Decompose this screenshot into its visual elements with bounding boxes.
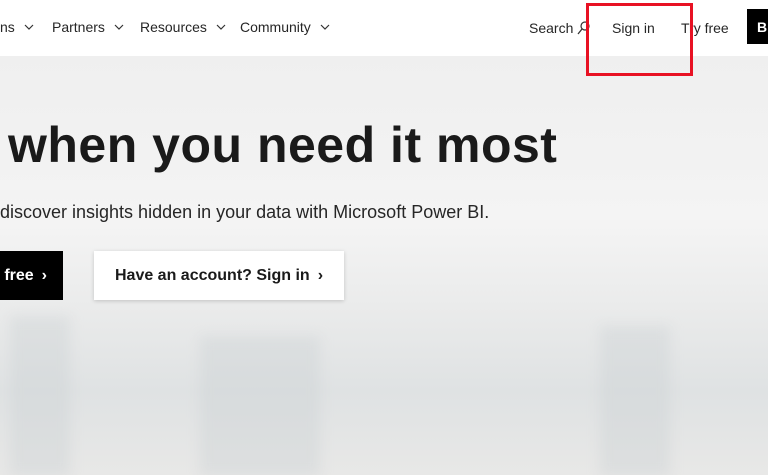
chevron-right-icon: › xyxy=(41,266,47,284)
hero-title: when you need it most xyxy=(8,117,558,173)
search-icon xyxy=(577,21,590,35)
sign-in-button[interactable]: Have an account? Sign in › xyxy=(94,251,344,300)
chevron-down-icon xyxy=(24,24,34,30)
nav-item-label: Community xyxy=(240,19,311,35)
nav-item-solutions[interactable]: ns xyxy=(0,19,35,35)
buy-now-button[interactable]: B xyxy=(747,9,768,44)
try-free-button-label: free xyxy=(4,266,34,284)
nav-item-label: Partners xyxy=(52,19,105,35)
chevron-down-icon xyxy=(320,24,330,30)
nav-item-partners[interactable]: Partners xyxy=(52,19,125,35)
sign-in-link[interactable]: Sign in xyxy=(612,20,655,36)
try-free-button[interactable]: free › xyxy=(0,251,63,300)
search-button[interactable]: Search xyxy=(529,20,590,36)
search-label: Search xyxy=(529,20,574,36)
sign-in-label: Sign in xyxy=(612,20,655,36)
nav-item-label: ns xyxy=(0,19,15,35)
chevron-right-icon: › xyxy=(317,266,324,284)
hero-subtitle: discover insights hidden in your data wi… xyxy=(0,202,490,222)
background-blur xyxy=(200,336,320,475)
chevron-down-icon xyxy=(114,24,124,30)
nav-item-resources[interactable]: Resources xyxy=(140,19,227,35)
hero-section: when you need it most discover insights … xyxy=(0,56,768,475)
background-blur xyxy=(600,326,670,475)
chevron-down-icon xyxy=(216,24,226,30)
nav-item-community[interactable]: Community xyxy=(240,19,331,35)
try-free-label: Try free xyxy=(681,20,729,36)
try-free-link[interactable]: Try free xyxy=(681,20,729,36)
background-blur xyxy=(10,316,70,475)
top-navigation: ns Partners Resources Community Search S… xyxy=(0,0,768,56)
sign-in-button-label: Have an account? Sign in xyxy=(114,266,310,284)
buy-label: B xyxy=(757,18,768,35)
nav-item-label: Resources xyxy=(140,19,207,35)
